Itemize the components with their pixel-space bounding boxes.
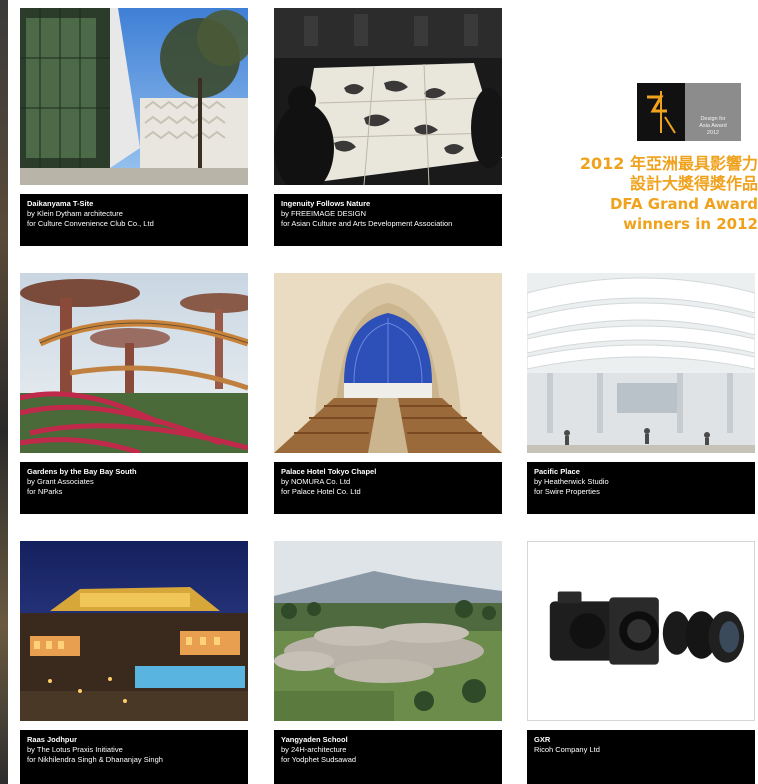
- entry-caption: GXR Ricoh Company Ltd: [527, 730, 755, 784]
- entry-client: for Nikhilendra Singh & Dhananjay Singh: [27, 755, 163, 764]
- entry-designer: Ricoh Company Ltd: [534, 745, 600, 754]
- logo-caption-line: 2012: [706, 130, 720, 136]
- entry-title: Gardens by the Bay Bay South: [27, 467, 137, 476]
- award-title-en-1: DFA Grand Award: [609, 195, 758, 213]
- entry-title: Raas Jodhpur: [27, 735, 78, 744]
- entry-designer: by Klein Dytham architecture: [27, 209, 123, 218]
- entry-caption: Yangyaden School by 24H-architecture for…: [274, 730, 502, 784]
- entry-client: for Culture Convenience Club Co., Ltd: [27, 219, 154, 228]
- entry-title: Daikanyama T-Site: [27, 199, 94, 208]
- entry-caption: Palace Hotel Tokyo Chapel by NOMURA Co. …: [274, 462, 502, 514]
- logo-caption-line: Asia Award: [699, 123, 727, 129]
- entry-title: Ingenuity Follows Nature: [281, 199, 371, 208]
- entry-client: for Asian Culture and Arts Development A…: [281, 219, 453, 228]
- entry-title: Yangyaden School: [281, 735, 348, 744]
- entry-title: Palace Hotel Tokyo Chapel: [281, 467, 377, 476]
- entry-caption: Pacific Place by Heatherwick Studio for …: [527, 462, 755, 514]
- entry-client: for NParks: [27, 487, 63, 496]
- entry-image-chapel: [274, 273, 502, 453]
- entry-caption: Raas Jodhpur by The Lotus Praxis Initiat…: [20, 730, 248, 784]
- entry-designer: by FREEIMAGE DESIGN: [281, 209, 367, 218]
- logo-caption-line: Design for: [700, 116, 726, 122]
- entry-image-daikanyama: [20, 8, 248, 185]
- dfa-logo: [637, 83, 685, 141]
- entry-designer: by Heatherwick Studio: [534, 477, 609, 486]
- left-page-edge: [0, 0, 8, 784]
- award-title-zh-2: 設計大獎得獎作品: [629, 174, 758, 193]
- entry-caption: Daikanyama T-Site by Klein Dytham archit…: [20, 194, 248, 246]
- entry-designer: by Grant Associates: [27, 477, 94, 486]
- entry-caption: Gardens by the Bay Bay South by Grant As…: [20, 462, 248, 514]
- entry-title: Pacific Place: [534, 467, 580, 476]
- award-title-zh-1: 2012 年亞洲最具影響力: [579, 154, 758, 173]
- entry-client: for Swire Properties: [534, 487, 600, 496]
- entry-client: for Yodphet Sudsawad: [281, 755, 357, 764]
- entry-designer: by 24H-architecture: [281, 745, 347, 754]
- award-heading: Design for Asia Award 2012 2012 年亞洲最具影響力…: [530, 80, 758, 260]
- entry-title: GXR: [534, 735, 551, 744]
- entry-image-gardens: [20, 273, 248, 453]
- award-title: 2012 年亞洲最具影響力 設計大獎得獎作品 DFA Grand Award w…: [580, 154, 758, 234]
- entry-designer: by NOMURA Co. Ltd: [281, 477, 351, 486]
- entry-image-pacific-place: [527, 273, 755, 453]
- dfa-logo-caption: Design for Asia Award 2012: [685, 83, 741, 141]
- entry-image-ingenuity: [274, 8, 502, 185]
- entry-image-yangyaden-school: [274, 541, 502, 721]
- entry-caption: Ingenuity Follows Nature by FREEIMAGE DE…: [274, 194, 502, 246]
- entry-image-gxr: [527, 541, 755, 721]
- entry-client: for Palace Hotel Co. Ltd: [281, 487, 361, 496]
- award-title-en-2: winners in 2012: [623, 215, 758, 233]
- entry-designer: by The Lotus Praxis Initiative: [27, 745, 123, 754]
- entry-image-raas-jodhpur: [20, 541, 248, 721]
